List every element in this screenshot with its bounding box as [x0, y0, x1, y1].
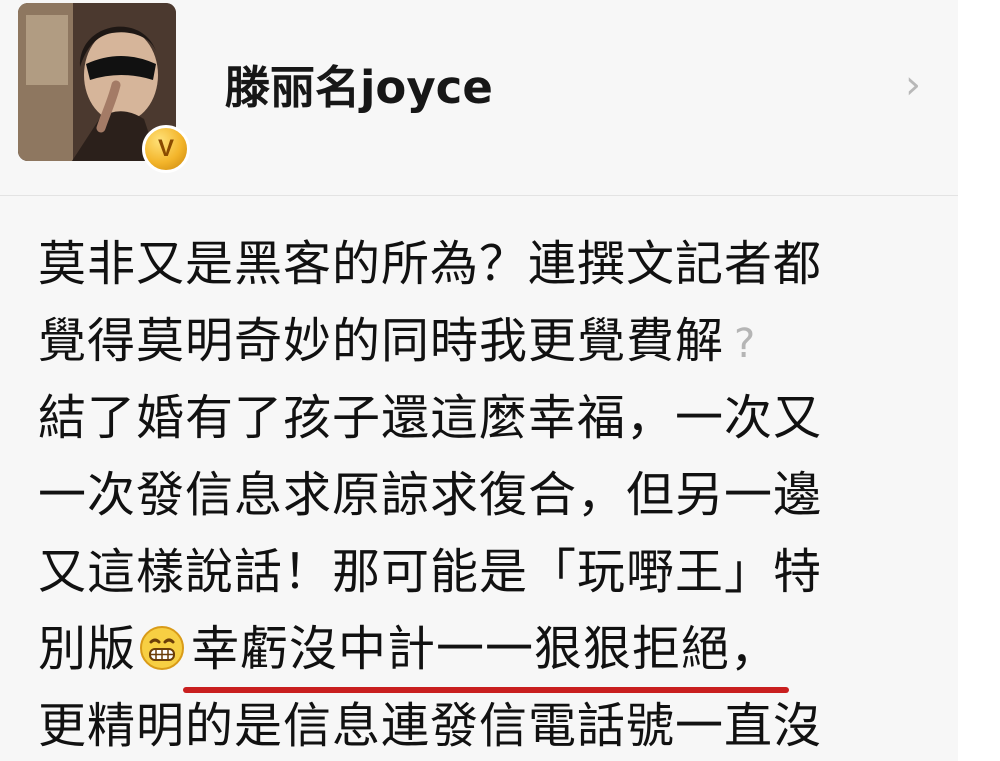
underlined-highlight-text: 幸虧沒中計一一狠狠拒絕，: [183, 611, 790, 693]
post-text: 莫非又是黑客的所為？連撰文記者都 覺得莫明奇妙的同時我更覺費解? 結了婚有了孩子…: [38, 226, 958, 761]
right-edge-strip: [958, 0, 1000, 761]
chevron-right-icon[interactable]: ›: [905, 62, 941, 108]
profile-header[interactable]: V 滕丽名joyce ›: [0, 0, 958, 196]
post-line-1: 莫非又是黑客的所為？連撰文記者都: [38, 236, 823, 292]
social-post-screenshot: V 滕丽名joyce › 莫非又是黑客的所為？連撰文記者都 覺得莫明奇妙的同時我…: [0, 0, 1000, 761]
post-line-3: 結了婚有了孩子還這麼幸福，一次又: [38, 390, 823, 446]
verified-badge-icon: V: [142, 125, 190, 173]
post-line-5: 又這樣說話！那可能是「玩嘢王」特: [38, 544, 823, 600]
post-line-8: 更精明的是信息連發信電話號一直沒: [38, 698, 823, 754]
post-line-4: 一次發信息求原諒求復合，但另一邊: [38, 467, 823, 523]
post-line-2-text: 覺得莫明奇妙的同時我更覺費解: [38, 313, 725, 369]
question-icon: ?: [734, 321, 757, 367]
post-line-2: 覺得莫明奇妙的同時我更覺費解?: [38, 303, 958, 380]
post-line-6: 別版 幸虧沒中計一一狠狠拒絕，: [38, 611, 958, 693]
post-line-6-prefix: 別版: [38, 621, 137, 677]
username[interactable]: 滕丽名joyce: [225, 48, 493, 128]
grinning-emoji-icon: [140, 626, 185, 670]
